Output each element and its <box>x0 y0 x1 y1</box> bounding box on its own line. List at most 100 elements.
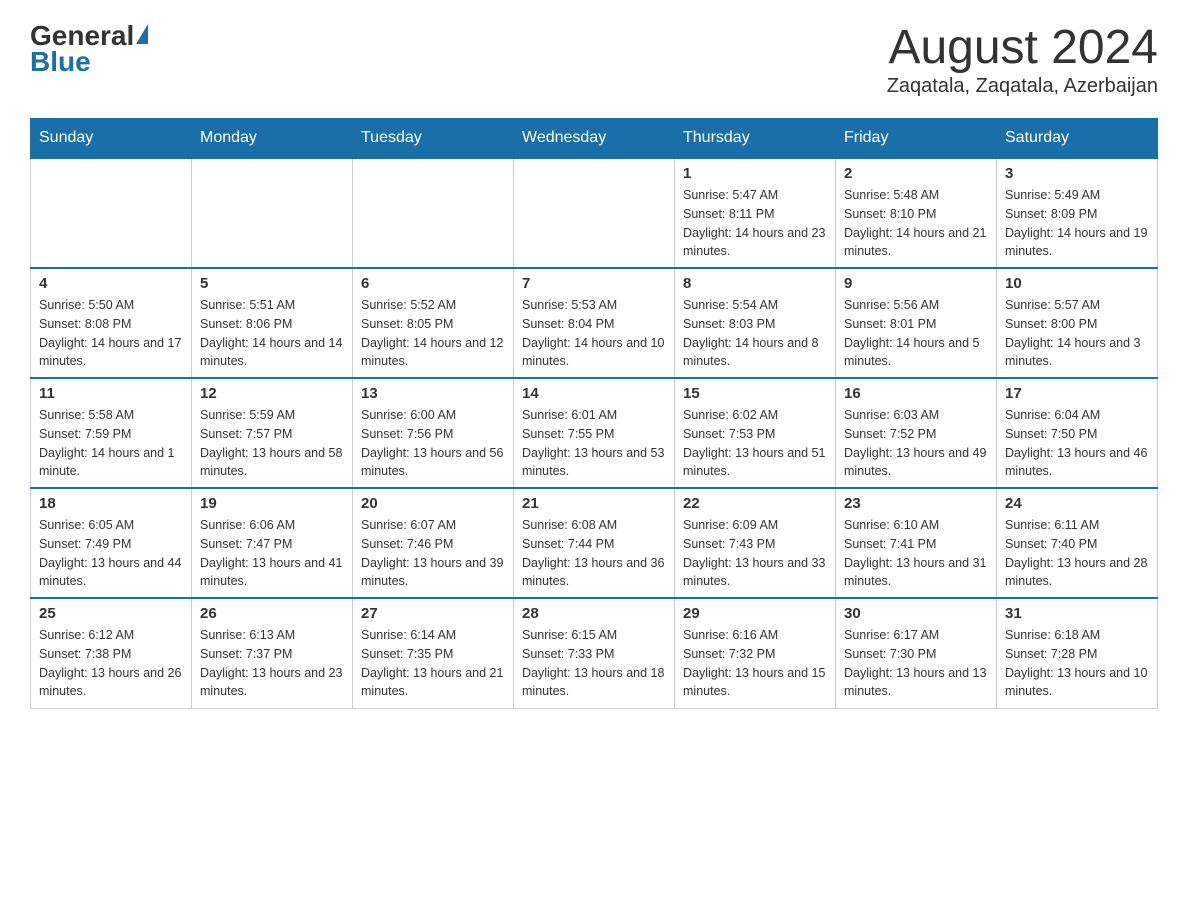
day-number: 10 <box>1005 275 1149 292</box>
calendar-cell: 12 Sunrise: 5:59 AM Sunset: 7:57 PM Dayli… <box>192 378 353 488</box>
calendar-cell: 6Sunrise: 5:52 AM Sunset: 8:05 PM Daylig… <box>353 268 514 378</box>
day-info: Sunrise: 6:10 AM Sunset: 7:41 PM Dayligh… <box>844 516 988 591</box>
title-section: August 2024 Zaqatala, Zaqatala, Azerbaij… <box>887 20 1158 98</box>
day-info: Sunrise: 6:13 AM Sunset: 7:37 PM Dayligh… <box>200 626 344 701</box>
calendar-cell: 15 Sunrise: 6:02 AM Sunset: 7:53 PM Dayli… <box>675 378 836 488</box>
day-number: 22 <box>683 495 827 512</box>
day-number: 14 <box>522 385 666 402</box>
weekday-header-wednesday: Wednesday <box>514 119 675 159</box>
day-info: Sunrise: 6:00 AM Sunset: 7:56 PM Dayligh… <box>361 406 505 481</box>
calendar-cell: 26Sunrise: 6:13 AM Sunset: 7:37 PM Dayli… <box>192 598 353 708</box>
day-number: 20 <box>361 495 505 512</box>
day-number: 12 <box>200 385 344 402</box>
day-info: Sunrise: 6:18 AM Sunset: 7:28 PM Dayligh… <box>1005 626 1149 701</box>
day-info: Sunrise: 6:05 AM Sunset: 7:49 PM Dayligh… <box>39 516 183 591</box>
calendar-cell: 17Sunrise: 6:04 AM Sunset: 7:50 PM Dayli… <box>997 378 1158 488</box>
day-info: Sunrise: 5:59 AM Sunset: 7:57 PM Dayligh… <box>200 406 344 481</box>
calendar-cell: 25 Sunrise: 6:12 AM Sunset: 7:38 PM Dayli… <box>31 598 192 708</box>
day-number: 5 <box>200 275 344 292</box>
calendar-cell: 10 Sunrise: 5:57 AM Sunset: 8:00 PM Dayli… <box>997 268 1158 378</box>
day-info: Sunrise: 5:58 AM Sunset: 7:59 PM Dayligh… <box>39 406 183 481</box>
month-title: August 2024 <box>887 20 1158 75</box>
day-number: 25 <box>39 605 183 622</box>
weekday-header-sunday: Sunday <box>31 119 192 159</box>
day-info: Sunrise: 6:12 AM Sunset: 7:38 PM Dayligh… <box>39 626 183 701</box>
calendar-cell: 21 Sunrise: 6:08 AM Sunset: 7:44 PM Dayli… <box>514 488 675 598</box>
day-number: 2 <box>844 165 988 182</box>
weekday-header-tuesday: Tuesday <box>353 119 514 159</box>
day-info: Sunrise: 6:09 AM Sunset: 7:43 PM Dayligh… <box>683 516 827 591</box>
day-info: Sunrise: 5:54 AM Sunset: 8:03 PM Dayligh… <box>683 296 827 371</box>
calendar-cell: 14 Sunrise: 6:01 AM Sunset: 7:55 PM Dayli… <box>514 378 675 488</box>
week-row-1: 1 Sunrise: 5:47 AM Sunset: 8:11 PM Daylig… <box>31 158 1158 268</box>
logo-triangle-icon <box>136 24 148 44</box>
day-number: 24 <box>1005 495 1149 512</box>
week-row-2: 4Sunrise: 5:50 AM Sunset: 8:08 PM Daylig… <box>31 268 1158 378</box>
calendar-cell: 28 Sunrise: 6:15 AM Sunset: 7:33 PM Dayli… <box>514 598 675 708</box>
day-info: Sunrise: 6:14 AM Sunset: 7:35 PM Dayligh… <box>361 626 505 701</box>
day-info: Sunrise: 5:49 AM Sunset: 8:09 PM Dayligh… <box>1005 186 1149 261</box>
day-number: 1 <box>683 165 827 182</box>
day-info: Sunrise: 6:08 AM Sunset: 7:44 PM Dayligh… <box>522 516 666 591</box>
day-info: Sunrise: 5:56 AM Sunset: 8:01 PM Dayligh… <box>844 296 988 371</box>
day-number: 3 <box>1005 165 1149 182</box>
day-info: Sunrise: 6:06 AM Sunset: 7:47 PM Dayligh… <box>200 516 344 591</box>
day-number: 23 <box>844 495 988 512</box>
day-info: Sunrise: 6:16 AM Sunset: 7:32 PM Dayligh… <box>683 626 827 701</box>
calendar-cell: 24 Sunrise: 6:11 AM Sunset: 7:40 PM Dayli… <box>997 488 1158 598</box>
logo: General Blue <box>30 20 148 78</box>
calendar-cell: 29Sunrise: 6:16 AM Sunset: 7:32 PM Dayli… <box>675 598 836 708</box>
calendar-cell: 2 Sunrise: 5:48 AM Sunset: 8:10 PM Daylig… <box>836 158 997 268</box>
calendar-cell <box>31 158 192 268</box>
day-info: Sunrise: 5:53 AM Sunset: 8:04 PM Dayligh… <box>522 296 666 371</box>
day-number: 19 <box>200 495 344 512</box>
calendar-cell: 31 Sunrise: 6:18 AM Sunset: 7:28 PM Dayli… <box>997 598 1158 708</box>
weekday-header-friday: Friday <box>836 119 997 159</box>
calendar-cell <box>353 158 514 268</box>
calendar-cell: 7 Sunrise: 5:53 AM Sunset: 8:04 PM Daylig… <box>514 268 675 378</box>
calendar-cell: 27 Sunrise: 6:14 AM Sunset: 7:35 PM Dayli… <box>353 598 514 708</box>
day-number: 31 <box>1005 605 1149 622</box>
calendar-cell: 13Sunrise: 6:00 AM Sunset: 7:56 PM Dayli… <box>353 378 514 488</box>
day-info: Sunrise: 6:01 AM Sunset: 7:55 PM Dayligh… <box>522 406 666 481</box>
day-info: Sunrise: 6:11 AM Sunset: 7:40 PM Dayligh… <box>1005 516 1149 591</box>
day-number: 21 <box>522 495 666 512</box>
week-row-5: 25 Sunrise: 6:12 AM Sunset: 7:38 PM Dayli… <box>31 598 1158 708</box>
calendar-cell: 22 Sunrise: 6:09 AM Sunset: 7:43 PM Dayli… <box>675 488 836 598</box>
calendar-cell <box>192 158 353 268</box>
calendar-cell: 18 Sunrise: 6:05 AM Sunset: 7:49 PM Dayli… <box>31 488 192 598</box>
day-number: 15 <box>683 385 827 402</box>
day-info: Sunrise: 5:52 AM Sunset: 8:05 PM Dayligh… <box>361 296 505 371</box>
calendar-cell: 23 Sunrise: 6:10 AM Sunset: 7:41 PM Dayli… <box>836 488 997 598</box>
calendar-cell: 5Sunrise: 5:51 AM Sunset: 8:06 PM Daylig… <box>192 268 353 378</box>
calendar-cell: 4Sunrise: 5:50 AM Sunset: 8:08 PM Daylig… <box>31 268 192 378</box>
day-number: 16 <box>844 385 988 402</box>
location: Zaqatala, Zaqatala, Azerbaijan <box>887 75 1158 98</box>
day-info: Sunrise: 6:02 AM Sunset: 7:53 PM Dayligh… <box>683 406 827 481</box>
day-info: Sunrise: 6:15 AM Sunset: 7:33 PM Dayligh… <box>522 626 666 701</box>
calendar-cell: 8 Sunrise: 5:54 AM Sunset: 8:03 PM Daylig… <box>675 268 836 378</box>
calendar-cell: 16Sunrise: 6:03 AM Sunset: 7:52 PM Dayli… <box>836 378 997 488</box>
calendar-cell: 3 Sunrise: 5:49 AM Sunset: 8:09 PM Daylig… <box>997 158 1158 268</box>
day-info: Sunrise: 5:57 AM Sunset: 8:00 PM Dayligh… <box>1005 296 1149 371</box>
day-info: Sunrise: 6:04 AM Sunset: 7:50 PM Dayligh… <box>1005 406 1149 481</box>
weekday-header-monday: Monday <box>192 119 353 159</box>
day-info: Sunrise: 5:48 AM Sunset: 8:10 PM Dayligh… <box>844 186 988 261</box>
calendar-cell: 19 Sunrise: 6:06 AM Sunset: 7:47 PM Dayli… <box>192 488 353 598</box>
day-number: 8 <box>683 275 827 292</box>
day-number: 28 <box>522 605 666 622</box>
week-row-4: 18 Sunrise: 6:05 AM Sunset: 7:49 PM Dayli… <box>31 488 1158 598</box>
day-number: 11 <box>39 385 183 402</box>
day-number: 30 <box>844 605 988 622</box>
week-row-3: 11 Sunrise: 5:58 AM Sunset: 7:59 PM Dayli… <box>31 378 1158 488</box>
day-number: 7 <box>522 275 666 292</box>
day-number: 18 <box>39 495 183 512</box>
day-number: 27 <box>361 605 505 622</box>
day-info: Sunrise: 5:47 AM Sunset: 8:11 PM Dayligh… <box>683 186 827 261</box>
calendar-table: SundayMondayTuesdayWednesdayThursdayFrid… <box>30 118 1158 709</box>
day-number: 9 <box>844 275 988 292</box>
day-info: Sunrise: 6:17 AM Sunset: 7:30 PM Dayligh… <box>844 626 988 701</box>
weekday-header-thursday: Thursday <box>675 119 836 159</box>
calendar-cell: 9 Sunrise: 5:56 AM Sunset: 8:01 PM Daylig… <box>836 268 997 378</box>
day-info: Sunrise: 6:07 AM Sunset: 7:46 PM Dayligh… <box>361 516 505 591</box>
